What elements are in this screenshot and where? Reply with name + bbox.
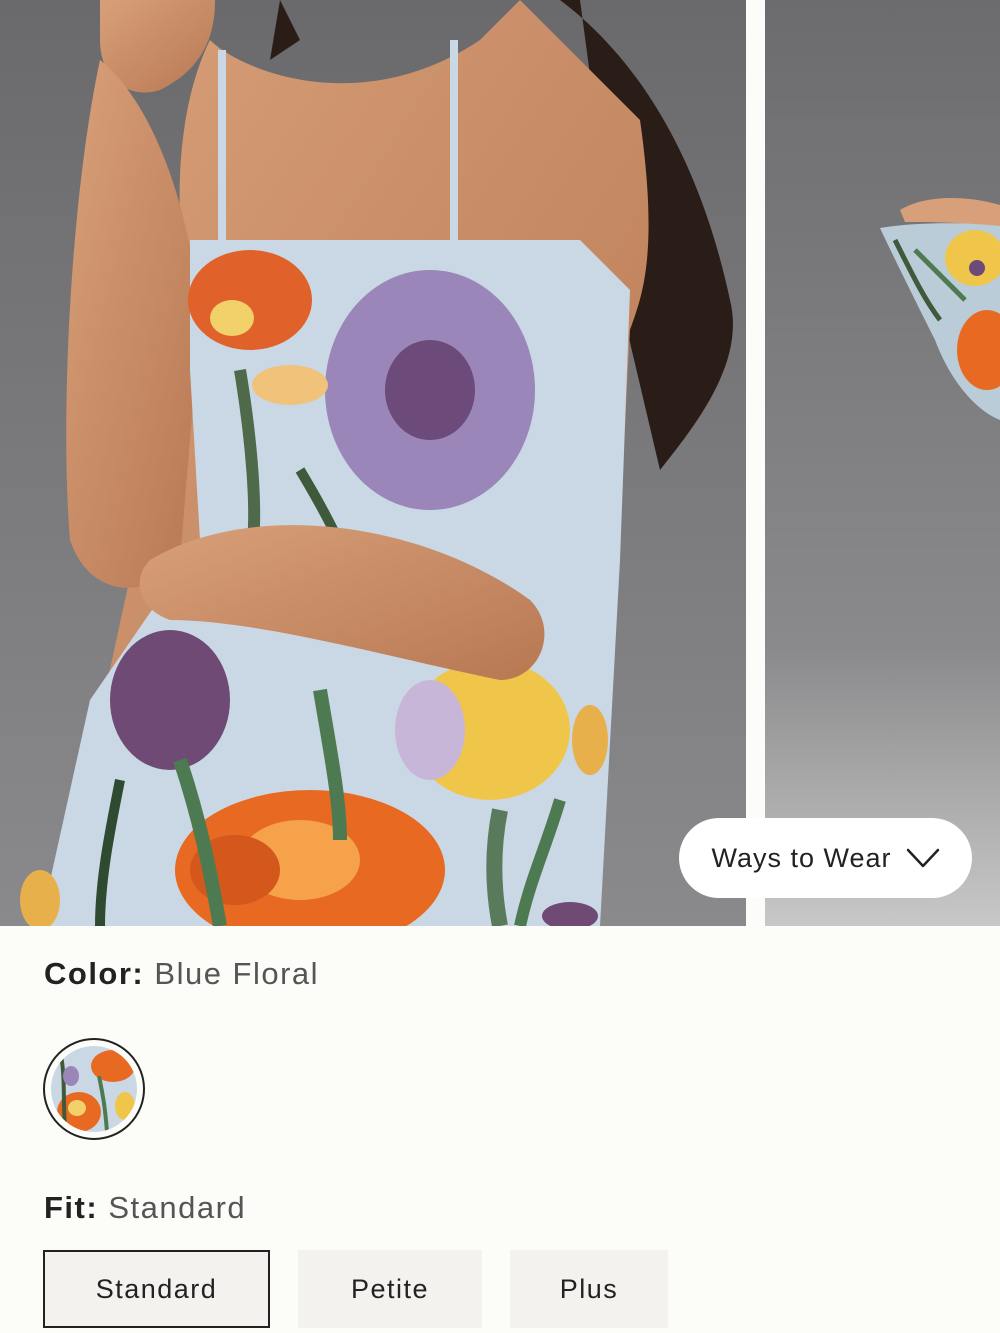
fit-selection-label: Fit: Standard <box>44 1190 246 1226</box>
color-selection-label: Color: Blue Floral <box>44 956 319 992</box>
fit-value: Standard <box>108 1190 247 1225</box>
color-label: Color: <box>44 956 145 991</box>
fit-option-standard[interactable]: Standard <box>43 1250 270 1328</box>
chevron-down-icon <box>906 848 939 868</box>
color-swatch-blue-floral[interactable] <box>43 1038 145 1140</box>
fit-option-plus[interactable]: Plus <box>510 1250 668 1328</box>
product-image-gallery[interactable]: Ways to Wear <box>0 0 1000 926</box>
ways-to-wear-label: Ways to Wear <box>711 842 892 873</box>
product-image-next[interactable] <box>765 0 1000 926</box>
ways-to-wear-button[interactable]: Ways to Wear <box>679 818 972 898</box>
fit-label: Fit: <box>44 1190 99 1225</box>
product-options: Color: Blue Floral Fit: Standard Standar… <box>0 926 1000 1333</box>
color-value: Blue Floral <box>154 956 320 991</box>
product-image-main[interactable] <box>0 0 746 926</box>
fit-option-petite[interactable]: Petite <box>298 1250 482 1328</box>
swatch-pattern-image <box>51 1046 137 1132</box>
